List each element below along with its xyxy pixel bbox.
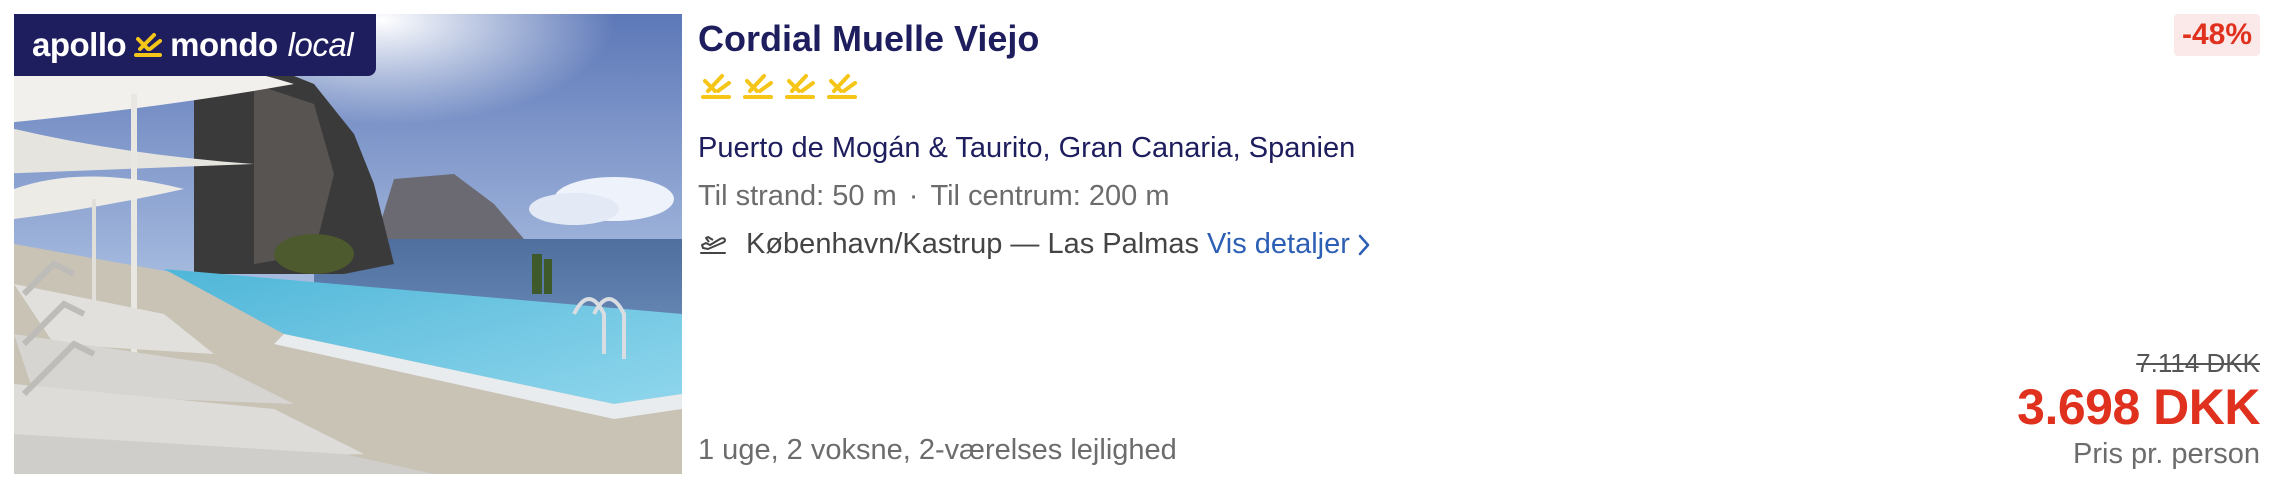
flight-info: København/Kastrup — Las Palmas Vis detal… [698,228,1372,261]
apollo-sun-star-icon [827,74,857,99]
distance-info: Til strand: 50 m · Til centrum: 200 m [698,180,1170,213]
current-price: 3.698 DKK [2017,379,2260,435]
view-details-link[interactable]: Vis detaljer [1207,228,1372,261]
center-distance: Til centrum: 200 m [930,180,1170,212]
hotel-photo[interactable] [14,14,682,474]
brand-name-left: apollo [32,26,127,63]
brand-name-suffix: local [287,26,354,63]
apollo-sun-icon [134,33,163,57]
distance-separator: · [908,180,919,212]
chevron-right-icon [1358,234,1370,255]
discount-badge: -48% [2173,14,2260,56]
apollo-sun-star-icon [743,74,773,99]
trip-info: 1 uge, 2 voksne, 2-værelses lejlighed [698,434,1177,466]
brand-badge: apollo mondo local [14,14,376,76]
hotel-name[interactable]: Cordial Muelle Viejo [698,18,1039,60]
apollo-sun-star-icon [701,74,731,99]
hotel-offer-card[interactable]: apollo mondo local Cordial Muelle Viejo … [0,0,2274,488]
old-price: 7.114 DKK [2136,348,2260,378]
brand-name-right: mondo [170,26,278,63]
beach-distance: Til strand: 50 m [698,180,897,212]
apollo-sun-star-icon [785,74,815,99]
flight-route: København/Kastrup — Las Palmas [746,228,1199,260]
price-note: Pris pr. person [2073,438,2260,470]
star-rating [700,70,858,102]
hotel-location: Puerto de Mogán & Taurito, Gran Canaria,… [698,132,1356,164]
plane-takeoff-icon [700,235,726,254]
view-details-label: Vis detaljer [1206,228,1350,260]
